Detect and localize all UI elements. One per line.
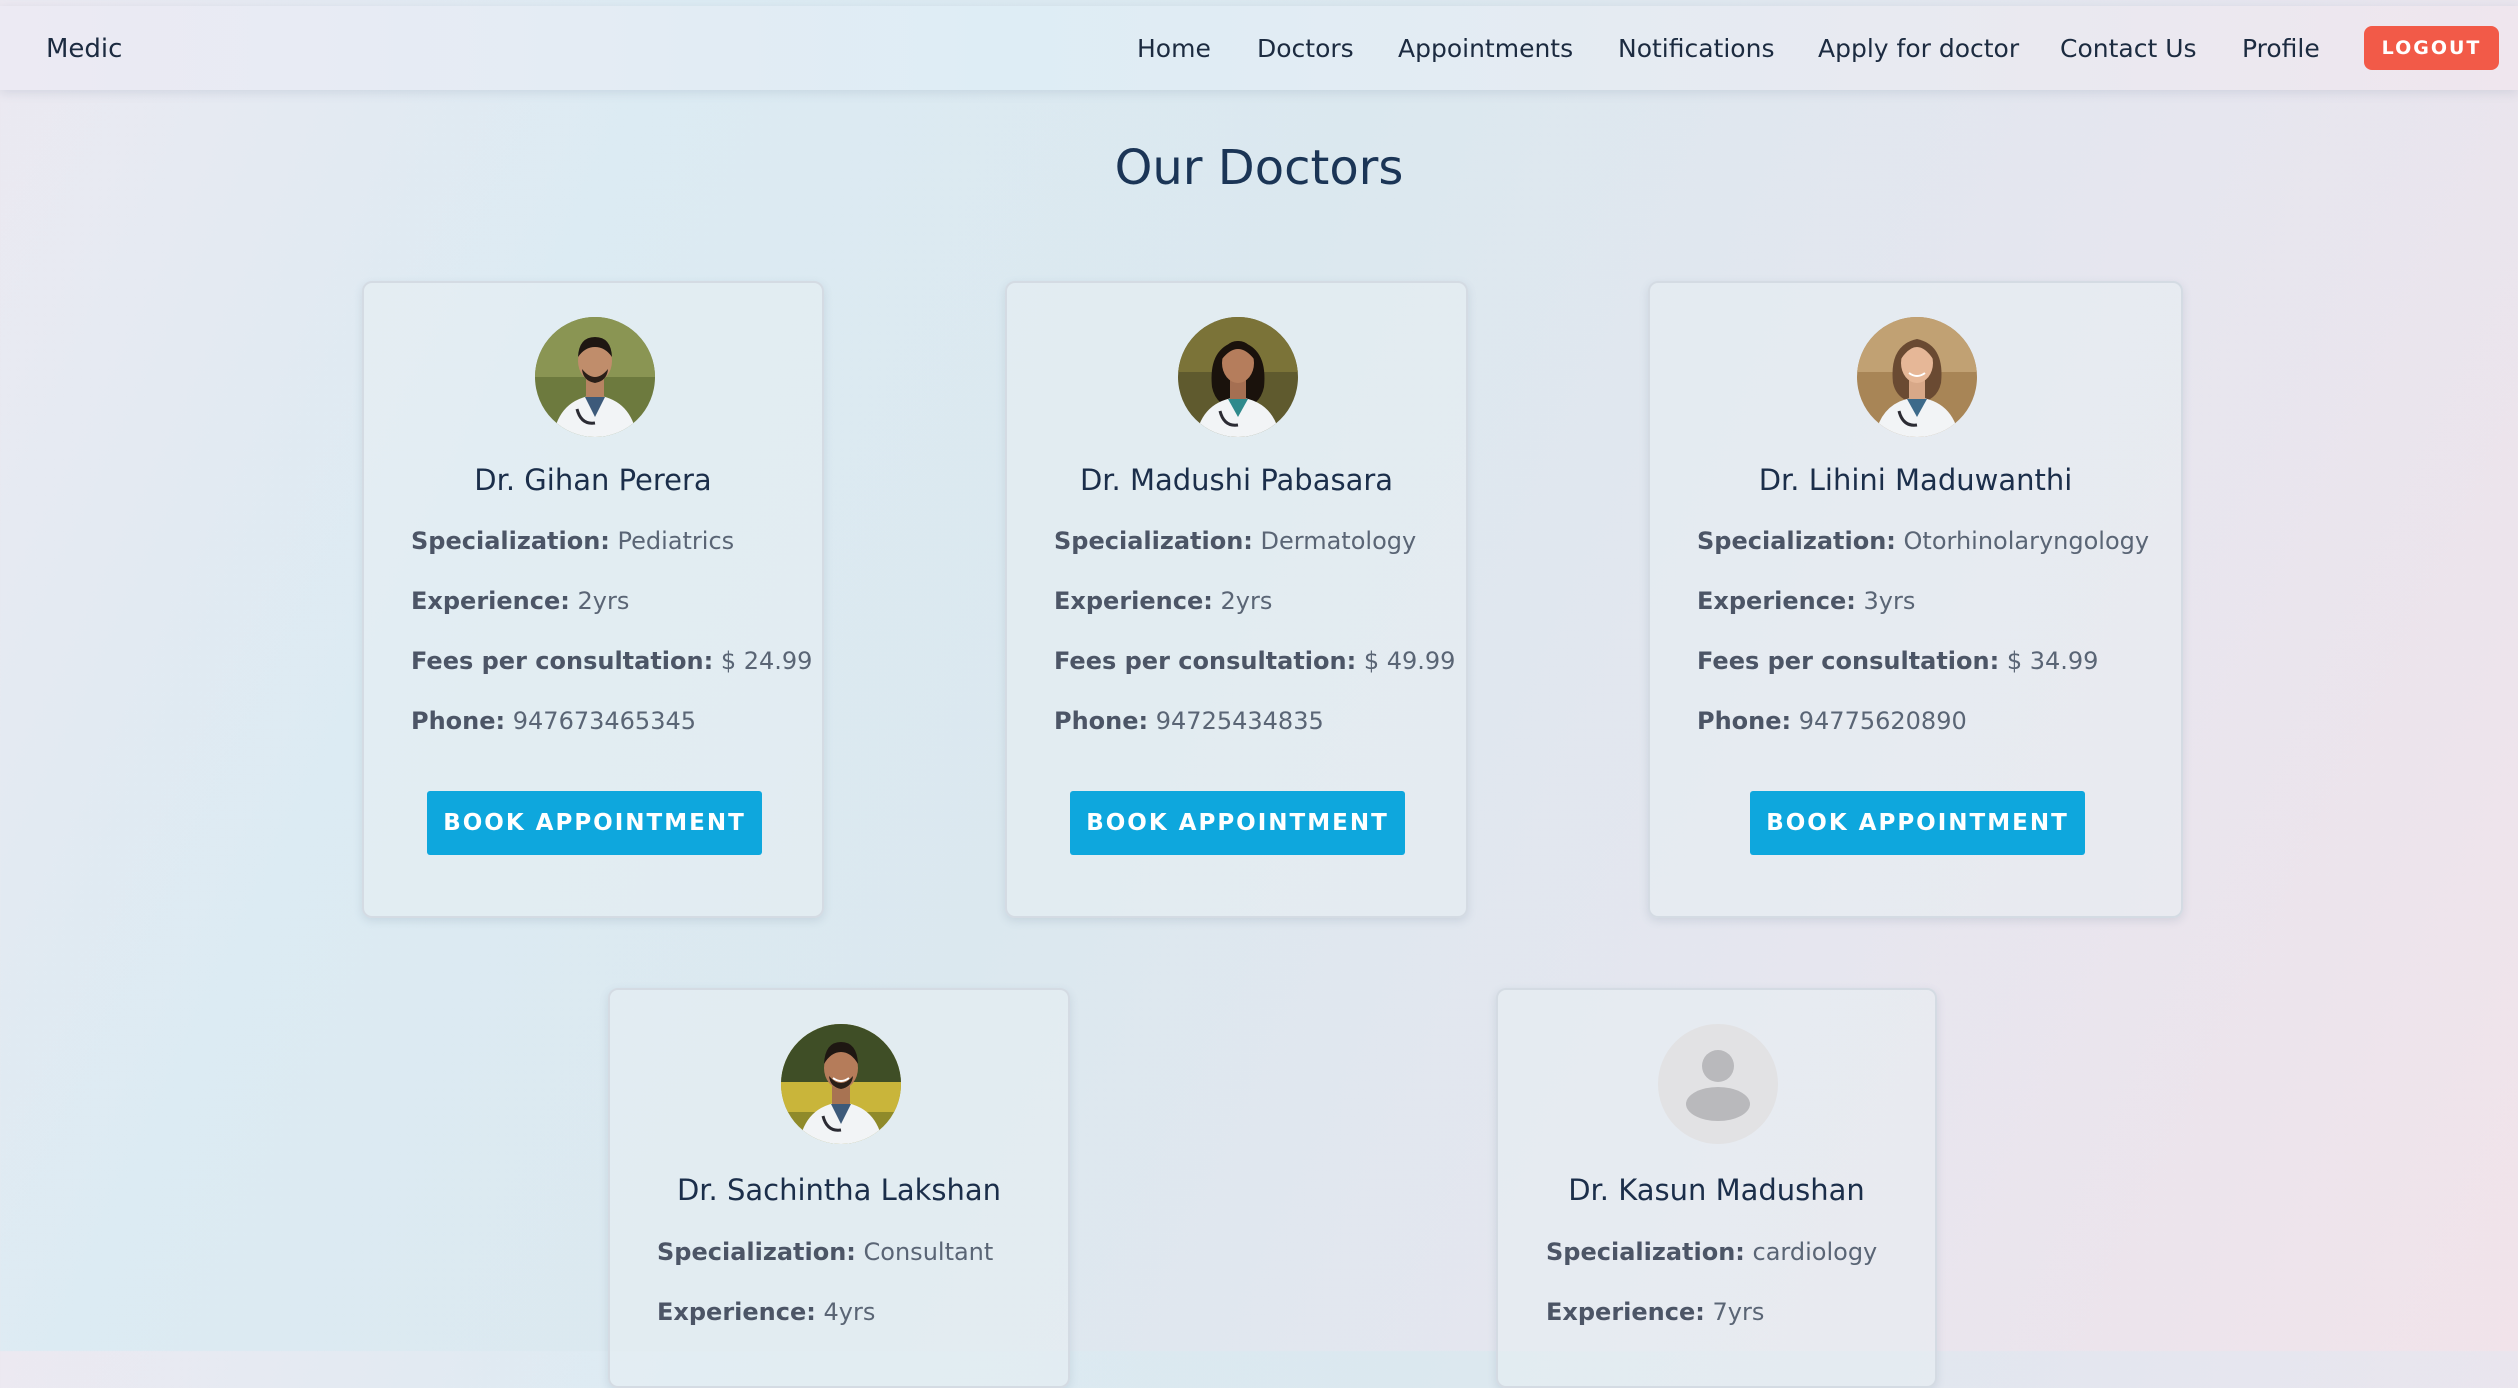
doctor-card: Dr. Sachintha Lakshan Specialization: Co…	[608, 988, 1070, 1388]
doctor-avatar	[535, 317, 655, 437]
specialization-row: Specialization: Pediatrics	[411, 527, 734, 555]
experience-row: Experience: 2yrs	[411, 587, 629, 615]
nav-link-doctors[interactable]: Doctors	[1257, 34, 1354, 63]
doctor-name: Dr. Madushi Pabasara	[1079, 463, 1394, 497]
doctor-photo-male-icon	[535, 317, 655, 437]
phone-value: 94725434835	[1155, 707, 1324, 735]
fees-row: Fees per consultation: $ 49.99	[1054, 647, 1455, 675]
doctor-photo-female-icon	[1178, 317, 1298, 437]
fees-label: Fees per consultation:	[1697, 647, 2000, 675]
phone-value: 947673465345	[512, 707, 696, 735]
phone-row: Phone: 94725434835	[1054, 707, 1324, 735]
nav-link-apply-for-doctor[interactable]: Apply for doctor	[1818, 34, 2019, 63]
phone-value: 94775620890	[1798, 707, 1967, 735]
logout-button[interactable]: LOGOUT	[2364, 26, 2499, 70]
experience-row: Experience: 3yrs	[1697, 587, 1915, 615]
doctor-photo-female-icon	[1857, 317, 1977, 437]
experience-label: Experience:	[1697, 587, 1856, 615]
nav-link-notifications[interactable]: Notifications	[1618, 34, 1774, 63]
fees-value: $ 49.99	[1363, 647, 1456, 675]
specialization-row: Specialization: Consultant	[657, 1238, 993, 1266]
specialization-row: Specialization: cardiology	[1546, 1238, 1877, 1266]
specialization-label: Specialization:	[1054, 527, 1253, 555]
fees-row: Fees per consultation: $ 24.99	[411, 647, 812, 675]
doctor-avatar	[1857, 317, 1977, 437]
doctor-name: Dr. Gihan Perera	[474, 463, 712, 497]
doctor-card: Dr. Lihini Maduwanthi Specialization: Ot…	[1648, 281, 2183, 918]
nav-link-contact-us[interactable]: Contact Us	[2060, 34, 2197, 63]
nav-link-home[interactable]: Home	[1137, 34, 1211, 63]
specialization-value: Dermatology	[1260, 527, 1417, 555]
experience-row: Experience: 7yrs	[1546, 1298, 1764, 1326]
fees-label: Fees per consultation:	[411, 647, 714, 675]
specialization-label: Specialization:	[657, 1238, 856, 1266]
experience-row: Experience: 4yrs	[657, 1298, 875, 1326]
doctor-avatar	[1658, 1024, 1778, 1144]
brand-logo-text[interactable]: Medic	[46, 34, 122, 64]
nav-link-profile[interactable]: Profile	[2242, 34, 2320, 63]
experience-label: Experience:	[1546, 1298, 1705, 1326]
phone-label: Phone:	[1697, 707, 1792, 735]
doctor-card: Dr. Madushi Pabasara Specialization: Der…	[1005, 281, 1468, 918]
book-appointment-button[interactable]: BOOK APPOINTMENT	[1070, 791, 1405, 855]
specialization-row: Specialization: Otorhinolaryngology	[1697, 527, 2149, 555]
page-title: Our Doctors	[1114, 140, 1404, 196]
book-appointment-button[interactable]: BOOK APPOINTMENT	[427, 791, 762, 855]
default-user-icon	[1658, 1024, 1778, 1144]
experience-label: Experience:	[657, 1298, 816, 1326]
nav-link-appointments[interactable]: Appointments	[1398, 34, 1573, 63]
fees-value: $ 24.99	[720, 647, 813, 675]
doctor-avatar	[781, 1024, 901, 1144]
doctor-card: Dr. Kasun Madushan Specialization: cardi…	[1496, 988, 1937, 1388]
experience-value: 7yrs	[1712, 1298, 1765, 1326]
fees-value: $ 34.99	[2006, 647, 2099, 675]
doctor-photo-male-icon	[781, 1024, 901, 1144]
phone-row: Phone: 947673465345	[411, 707, 696, 735]
fees-label: Fees per consultation:	[1054, 647, 1357, 675]
experience-value: 2yrs	[577, 587, 630, 615]
specialization-value: Consultant	[863, 1238, 994, 1266]
doctor-name: Dr. Kasun Madushan	[1568, 1173, 1865, 1207]
experience-label: Experience:	[1054, 587, 1213, 615]
phone-label: Phone:	[411, 707, 506, 735]
experience-row: Experience: 2yrs	[1054, 587, 1272, 615]
specialization-value: Otorhinolaryngology	[1903, 527, 2150, 555]
specialization-value: cardiology	[1752, 1238, 1878, 1266]
phone-label: Phone:	[1054, 707, 1149, 735]
specialization-label: Specialization:	[411, 527, 610, 555]
doctor-name: Dr. Sachintha Lakshan	[676, 1173, 1002, 1207]
specialization-label: Specialization:	[1697, 527, 1896, 555]
doctor-name: Dr. Lihini Maduwanthi	[1758, 463, 2073, 497]
fees-row: Fees per consultation: $ 34.99	[1697, 647, 2098, 675]
phone-row: Phone: 94775620890	[1697, 707, 1967, 735]
experience-value: 2yrs	[1220, 587, 1273, 615]
top-navbar: Medic Home Doctors Appointments Notifica…	[0, 6, 2518, 90]
specialization-value: Pediatrics	[617, 527, 735, 555]
experience-value: 4yrs	[823, 1298, 876, 1326]
book-appointment-button[interactable]: BOOK APPOINTMENT	[1750, 791, 2085, 855]
specialization-row: Specialization: Dermatology	[1054, 527, 1416, 555]
doctor-avatar	[1178, 317, 1298, 437]
experience-label: Experience:	[411, 587, 570, 615]
doctor-card: Dr. Gihan Perera Specialization: Pediatr…	[362, 281, 824, 918]
experience-value: 3yrs	[1863, 587, 1916, 615]
specialization-label: Specialization:	[1546, 1238, 1745, 1266]
